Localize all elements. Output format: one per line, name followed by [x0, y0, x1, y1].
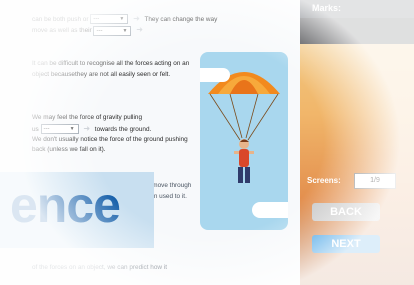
- next-button[interactable]: NEXT: [312, 235, 380, 253]
- text-segment: towards the ground.: [94, 125, 152, 133]
- text-segment: can be both push or: [32, 15, 89, 23]
- arrow-right-icon: ➜: [83, 123, 91, 133]
- text-segment: We don't usually notice the force of the…: [32, 135, 188, 154]
- arrow-right-icon: ➜: [133, 14, 140, 23]
- text-segment: move as well as their: [32, 27, 92, 35]
- lesson-stage: can be both push or --- ▼ ➜ They can chan…: [0, 0, 414, 285]
- answer-dropdown-2[interactable]: --- ▼: [93, 25, 132, 36]
- banner-title: ence: [10, 177, 121, 233]
- caret-down-icon: ▼: [122, 27, 128, 34]
- paragraph-predict: of the forces on an object, we can predi…: [32, 264, 167, 271]
- back-button[interactable]: BACK: [312, 203, 380, 221]
- parachutist-illustration: [200, 52, 288, 230]
- dropdown-value: ---: [96, 27, 103, 34]
- text-segment: We may feel the force of gravity pulling: [32, 114, 142, 121]
- marks-label: Marks:: [312, 3, 342, 13]
- paragraph-gravity: We may feel the force of gravity pulling…: [32, 113, 192, 156]
- caret-down-icon: ▼: [69, 125, 75, 132]
- answer-dropdown-3[interactable]: --- ▼: [40, 123, 79, 134]
- answer-dropdown-1[interactable]: --- ▼: [90, 14, 129, 25]
- text-segment: us: [32, 125, 39, 133]
- paragraph-recognise-forces: It can be difficult to recognise all the…: [32, 60, 190, 78]
- screens-counter: 1/9: [354, 173, 396, 189]
- text-segment: They can change the way: [144, 15, 218, 23]
- arrow-right-icon: ➜: [136, 25, 143, 35]
- dropdown-value: ---: [93, 16, 100, 23]
- cloud-shape: [252, 202, 288, 218]
- marks-display: [300, 18, 414, 44]
- caret-down-icon: ▼: [119, 16, 125, 23]
- screens-label: Screens:: [307, 176, 341, 185]
- paragraph-forces-intro: can be both push or --- ▼ ➜ They can chan…: [32, 14, 294, 37]
- dropdown-value: ---: [43, 125, 50, 132]
- cloud-shape: [200, 68, 230, 82]
